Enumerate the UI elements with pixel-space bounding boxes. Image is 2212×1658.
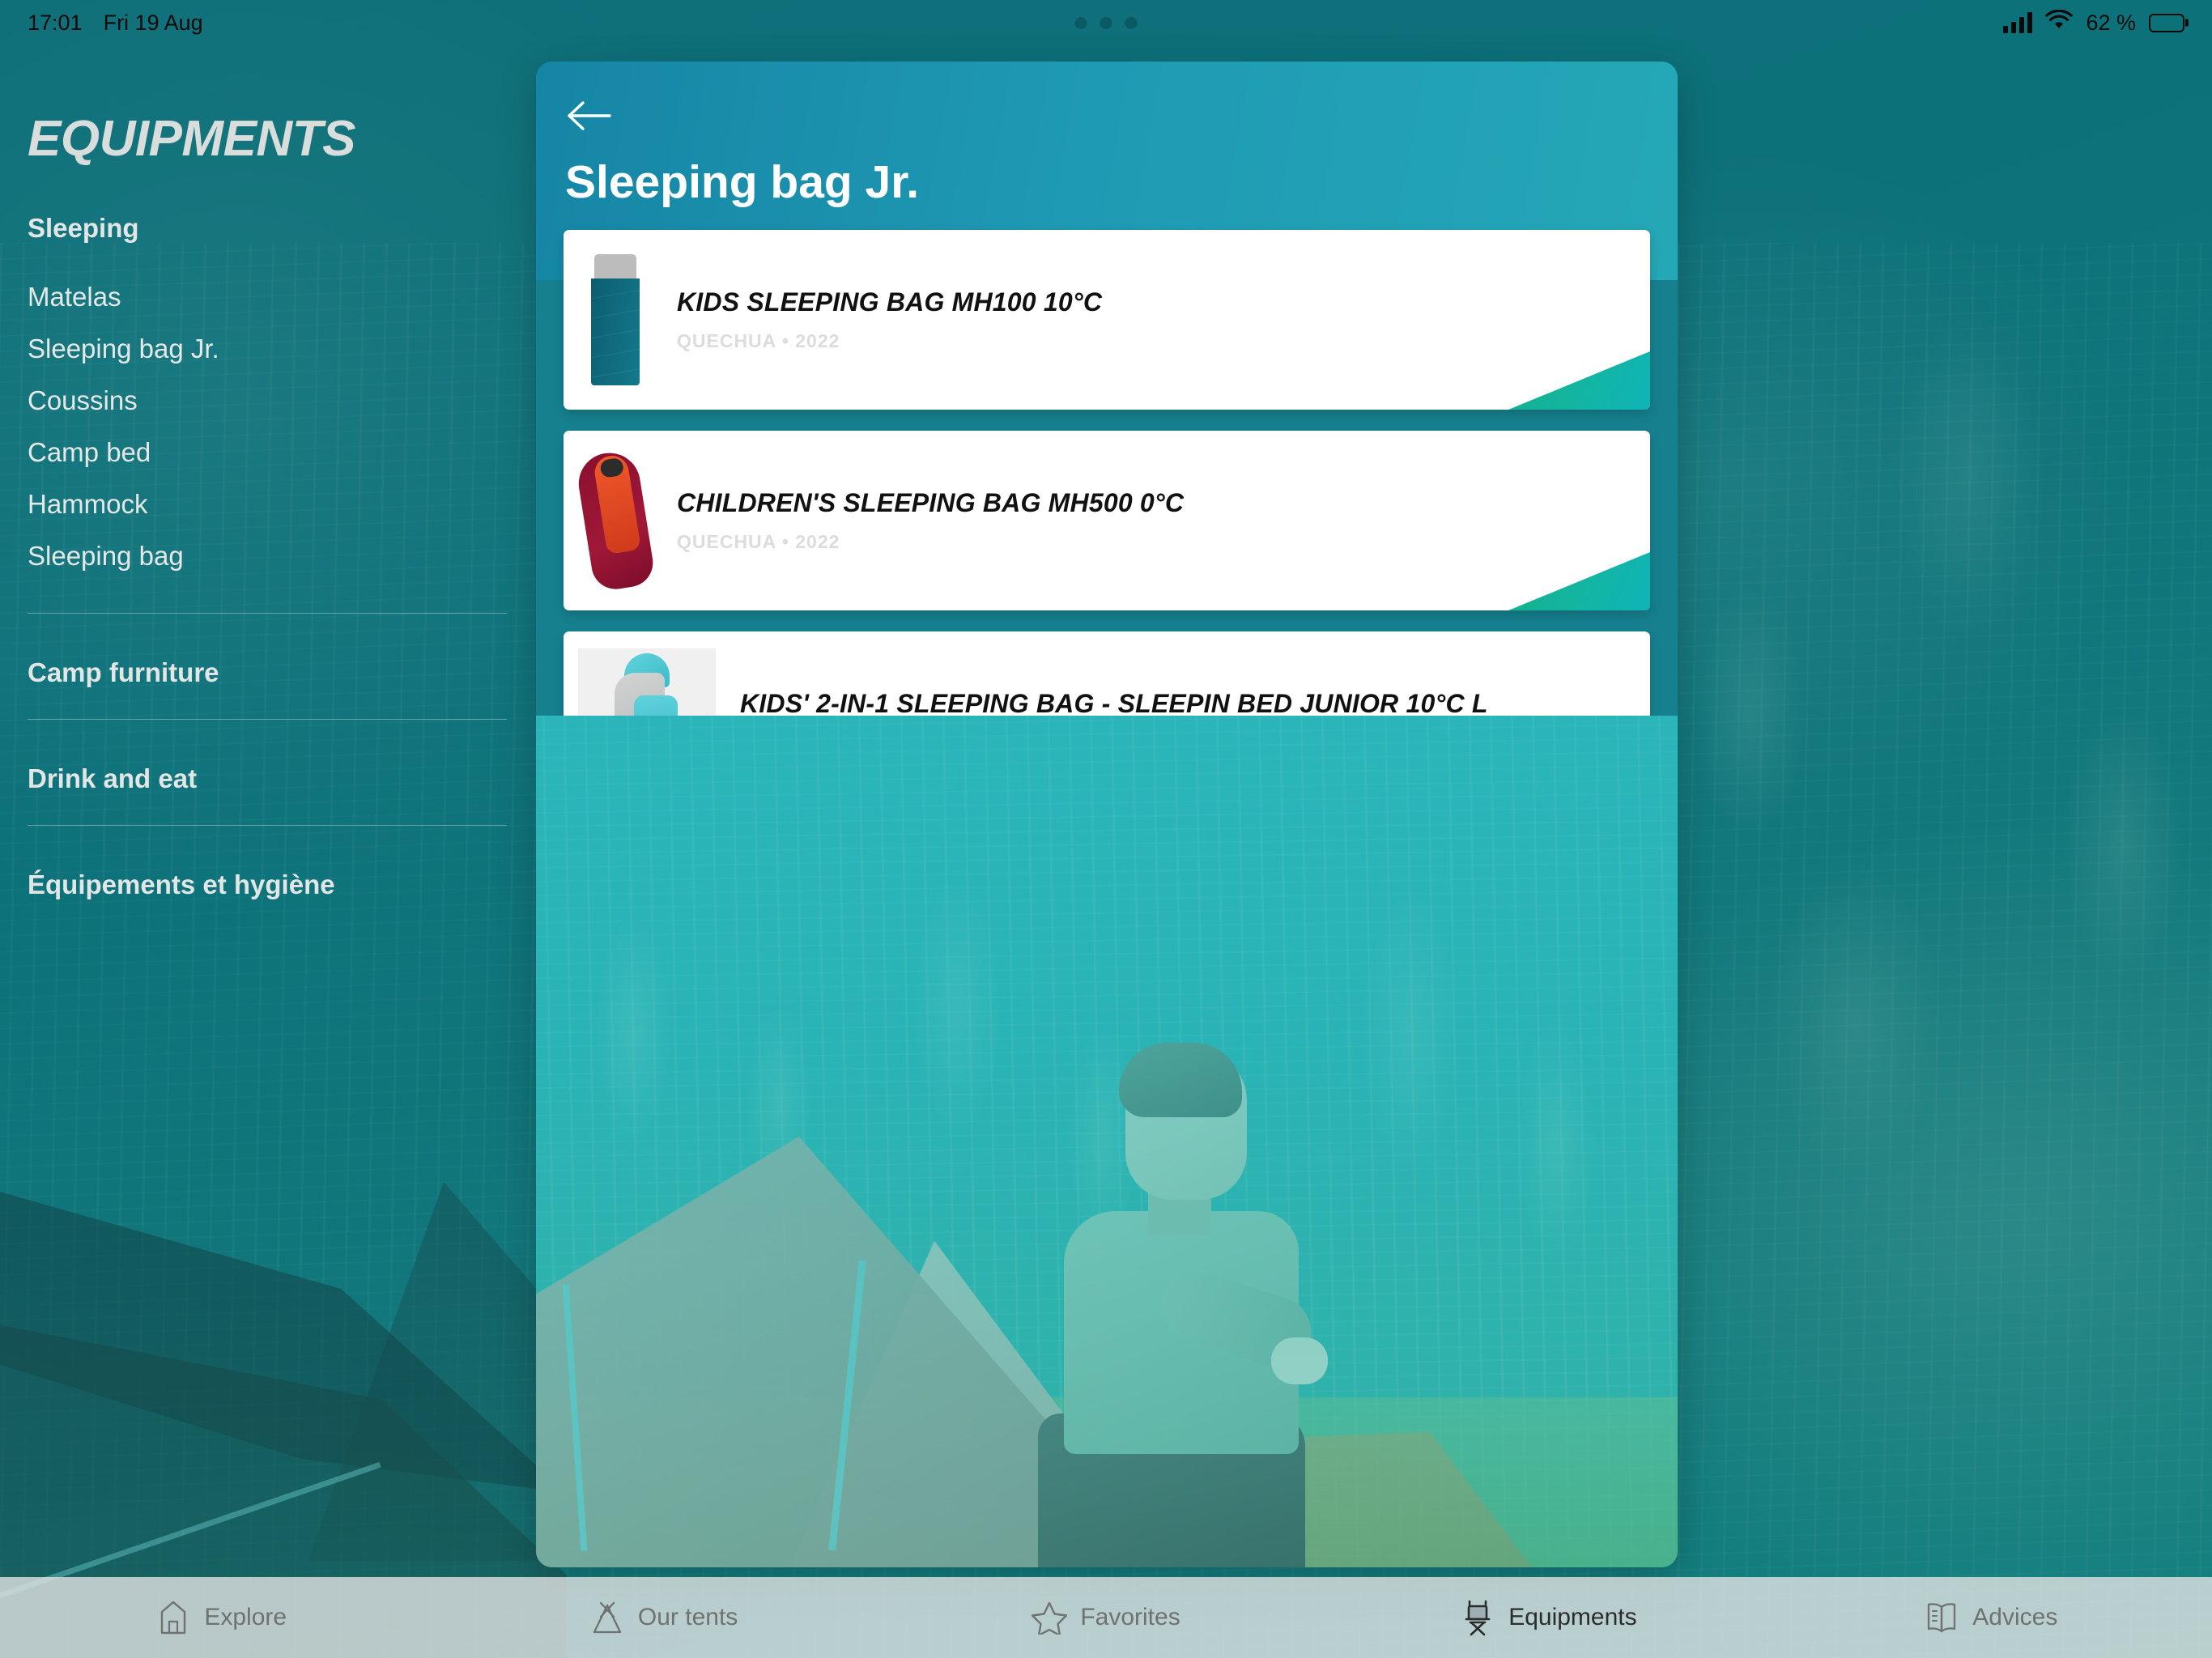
product-brand-year: QUECHUA • 2022 [677,330,840,351]
sidebar-item-coussins[interactable]: Coussins [28,375,507,427]
tab-label: Advices [1972,1604,2058,1630]
sidebar-group-label[interactable]: Drink and eat [28,763,507,794]
sidebar-item-camp-bed[interactable]: Camp bed [28,427,507,478]
sidebar-group-sleeping: Sleeping Matelas Sleeping bag Jr. Coussi… [28,213,507,582]
camp-chair-icon [1460,1600,1495,1636]
tab-our-tents[interactable]: Our tents [442,1600,884,1635]
wifi-icon [2045,9,2074,36]
open-book-icon [1924,1600,1959,1635]
status-time: 17:01 [28,10,83,35]
battery-icon [2149,13,2184,32]
tab-label: Equipments [1508,1604,1637,1630]
tab-advices[interactable]: Advices [1770,1600,2212,1635]
product-card[interactable]: CHILDREN'S SLEEPING BAG MH500 0°C QUECHU… [564,431,1650,610]
sidebar-item-matelas[interactable]: Matelas [28,271,507,323]
product-thumbnail [574,448,657,593]
arrow-left-icon [565,98,612,134]
product-card[interactable]: KIDS SLEEPING BAG MH100 10°C QUECHUA • 2… [564,230,1650,410]
sidebar-group-camp-furniture: Camp furniture [28,614,507,688]
sidebar: EQUIPMENTS Sleeping Matelas Sleeping bag… [0,45,534,1577]
teepee-icon [589,1600,625,1635]
card-corner-accent [1508,552,1650,610]
product-thumbnail [578,247,653,393]
sidebar-group-drink-and-eat: Drink and eat [28,720,507,794]
sidebar-group-equipements-et-hygiene: Équipements et hygiène [28,826,507,900]
tab-equipments[interactable]: Equipments [1327,1600,1769,1636]
bottom-tab-bar: Explore Our tents Favorites Equipments A… [0,1577,2212,1658]
sidebar-group-label[interactable]: Camp furniture [28,657,507,688]
product-brand-year: QUECHUA • 2022 [677,531,840,552]
status-date: Fri 19 Aug [103,10,203,35]
tab-favorites[interactable]: Favorites [885,1600,1327,1635]
app-root: 17:01 Fri 19 Aug 62 % EQUIPMENTS Sleepin… [0,0,2212,1658]
battery-percent-label: 62 % [2086,10,2136,35]
status-bar: 17:01 Fri 19 Aug 62 % [0,0,2212,45]
star-icon [1032,1600,1068,1635]
sidebar-group-label[interactable]: Sleeping [28,213,507,244]
tab-label: Our tents [637,1604,738,1630]
product-name: CHILDREN'S SLEEPING BAG MH500 0°C [677,488,1185,517]
product-name: KIDS' 2-IN-1 SLEEPING BAG - SLEEPIN BED … [740,689,1488,718]
sidebar-item-hammock[interactable]: Hammock [28,478,507,530]
page-title: EQUIPMENTS [28,111,355,167]
back-button[interactable] [565,94,617,138]
sidebar-group-label[interactable]: Équipements et hygiène [28,869,507,900]
cellular-signal-icon [2003,12,2033,33]
sidebar-item-sleeping-bag[interactable]: Sleeping bag [28,530,507,582]
tab-label: Favorites [1080,1604,1180,1630]
tab-explore[interactable]: Explore [0,1600,442,1635]
multitask-handle-icon[interactable] [1074,16,1138,29]
sidebar-item-sleeping-bag-jr[interactable]: Sleeping bag Jr. [28,323,507,375]
hero-photo [536,716,1678,1567]
tab-label: Explore [204,1604,287,1630]
home-icon [155,1600,191,1635]
panel-title: Sleeping bag Jr. [565,156,920,208]
detail-panel: Sleeping bag Jr. KIDS SLEEPING BAG MH100… [536,62,1678,1567]
product-name: KIDS SLEEPING BAG MH100 10°C [677,287,1103,317]
card-corner-accent [1508,351,1650,410]
